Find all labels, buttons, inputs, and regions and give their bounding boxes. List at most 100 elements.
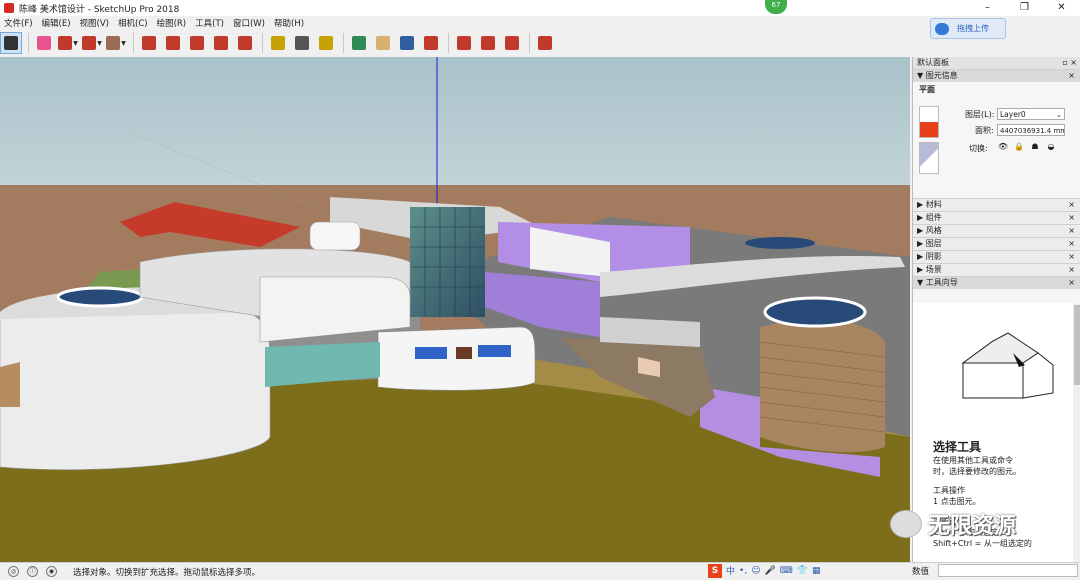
sogou-logo-icon[interactable]: S (708, 563, 722, 578)
menu-edit[interactable]: 编辑(E) (38, 17, 76, 29)
materials-section[interactable]: ▶ 材料 × (913, 198, 1080, 211)
warehouse-tool-button[interactable] (453, 32, 475, 54)
back-material-swatch[interactable] (919, 142, 939, 174)
push-pull-tool-button[interactable] (138, 32, 160, 54)
close-icon[interactable]: × (1068, 199, 1075, 211)
section-title: 图层 (925, 239, 942, 248)
keyboard-icon[interactable]: ⌨ (780, 566, 793, 576)
measurements-label: 数值 (912, 567, 930, 577)
menu-window[interactable]: 窗口(W) (229, 17, 270, 29)
visibility-eye-icon[interactable]: 👁 (997, 142, 1009, 152)
move-icon (190, 36, 204, 50)
toggle-icons: 👁 🔒 ☗ ◒ (997, 142, 1061, 152)
orbit-tool-button[interactable] (348, 32, 370, 54)
paint-bucket-tool-button[interactable] (315, 32, 337, 54)
model-scene[interactable] (0, 57, 910, 562)
zoom-extents-tool-button[interactable] (420, 32, 442, 54)
geo-location-icon[interactable]: ◎ (8, 566, 19, 577)
layout-tool-button[interactable] (501, 32, 523, 54)
select-arrow-tool-button[interactable] (0, 32, 22, 54)
title-bar: 陈峰 美术馆设计 - SketchUp Pro 2018 – ❐ ✕ (0, 0, 1080, 16)
styles-section[interactable]: ▶ 风格 × (913, 224, 1080, 237)
rectangle-tool-button[interactable]: ▼ (105, 32, 127, 54)
microphone-icon[interactable]: 🎤 (765, 566, 776, 576)
layer-select[interactable]: Layer0 ⌄ (997, 108, 1065, 120)
text-tool-button[interactable] (291, 32, 313, 54)
status-text: 选择对象。切换到扩充选择。拖动鼠标选择多项。 (73, 567, 261, 578)
default-tray: 默认面板 ▫ × ▼ 图元信息 × 平面 图层(L): Layer0 ⌄ 面积: 4… (912, 57, 1080, 562)
3d-viewport[interactable] (0, 57, 910, 562)
main-toolbar: ▼ ▼ ▼ (0, 30, 567, 56)
section-title: 风格 (925, 226, 942, 235)
skin-icon[interactable]: 👕 (797, 566, 808, 576)
entity-info-section[interactable]: ▼ 图元信息 × (913, 69, 1080, 82)
tape-measure-tool-button[interactable] (267, 32, 289, 54)
tray-pin-close-icon[interactable]: ▫ × (1062, 57, 1077, 69)
shadows-section[interactable]: ▶ 阴影 × (913, 250, 1080, 263)
eraser-tool-button[interactable] (33, 32, 55, 54)
minimize-button[interactable]: – (969, 0, 1006, 16)
ime-mode[interactable]: 中 (726, 564, 735, 577)
close-icon[interactable]: × (1068, 212, 1075, 224)
upload-label: 拖拽上传 (957, 24, 989, 33)
ruby-tool-button[interactable] (534, 32, 556, 54)
close-icon[interactable]: × (1068, 277, 1075, 289)
menu-draw[interactable]: 绘图(R) (153, 17, 192, 29)
toolbox-icon[interactable]: ▦ (812, 566, 821, 576)
pencil-tool-button[interactable]: ▼ (57, 32, 79, 54)
menu-help[interactable]: 帮助(H) (270, 17, 309, 29)
rotate-tool-button[interactable] (210, 32, 232, 54)
section-title: 阴影 (925, 252, 942, 261)
close-icon[interactable]: × (1068, 264, 1075, 276)
front-material-swatch[interactable] (919, 106, 939, 138)
scale-tool-button[interactable] (234, 32, 256, 54)
dropdown-arrow-icon[interactable]: ▼ (97, 40, 102, 47)
scenes-section[interactable]: ▶ 场景 × (913, 263, 1080, 276)
menu-tools[interactable]: 工具(T) (191, 17, 229, 29)
close-button[interactable]: ✕ (1043, 0, 1080, 16)
area-field[interactable]: 4407036931.4 mm² (997, 124, 1065, 136)
menu-camera[interactable]: 相机(C) (114, 17, 153, 29)
components-section[interactable]: ▶ 组件 × (913, 211, 1080, 224)
move-tool-button[interactable] (186, 32, 208, 54)
dropdown-arrow-icon[interactable]: ▼ (121, 40, 126, 47)
tray-header: 默认面板 ▫ × (913, 57, 1080, 69)
scrollbar-thumb[interactable] (1074, 305, 1080, 385)
layers-section[interactable]: ▶ 图层 × (913, 237, 1080, 250)
pencil-icon (58, 36, 73, 50)
extension-warehouse-tool-button[interactable] (477, 32, 499, 54)
section-title: 材料 (925, 200, 942, 209)
menu-file[interactable]: 文件(F) (0, 17, 38, 29)
upload-button[interactable]: 拖拽上传 (930, 18, 1006, 39)
toolbar-separator (133, 33, 134, 53)
instructor-section[interactable]: ▼ 工具向导 × (913, 276, 1080, 289)
measurements-box[interactable] (938, 564, 1078, 577)
emoji-icon[interactable]: ☺ (751, 566, 760, 576)
dropdown-arrow-icon[interactable]: ▼ (73, 40, 78, 47)
area-label: 面积: (975, 126, 994, 135)
close-icon[interactable]: × (1068, 225, 1075, 237)
layer-value: Layer0 (1000, 110, 1026, 119)
guide-scrollbar[interactable] (1073, 303, 1080, 562)
close-icon[interactable]: × (1068, 238, 1075, 250)
receive-shadow-icon[interactable]: ◒ (1045, 142, 1057, 152)
ruby-icon (538, 36, 552, 50)
warehouse-icon (457, 36, 471, 50)
zoom-tool-button[interactable] (396, 32, 418, 54)
entity-info-close-icon[interactable]: × (1068, 70, 1075, 82)
punctuation-icon[interactable]: •, (739, 566, 747, 576)
credits-icon[interactable]: ⓘ (27, 566, 38, 577)
menu-bar: 文件(F) 编辑(E) 视图(V) 相机(C) 绘图(R) 工具(T) 窗口(W… (0, 16, 309, 29)
cast-shadow-icon[interactable]: ☗ (1029, 142, 1041, 152)
follow-me-tool-button[interactable] (162, 32, 184, 54)
zoom-icon (400, 36, 414, 50)
text-icon (295, 36, 309, 50)
menu-view[interactable]: 视图(V) (76, 17, 114, 29)
user-icon[interactable]: ◉ (46, 566, 57, 577)
lock-icon[interactable]: 🔒 (1013, 142, 1025, 152)
arc-tool-button[interactable]: ▼ (81, 32, 103, 54)
pan-tool-button[interactable] (372, 32, 394, 54)
close-icon[interactable]: × (1068, 251, 1075, 263)
section-title: 组件 (925, 213, 942, 222)
restore-button[interactable]: ❐ (1006, 0, 1043, 16)
